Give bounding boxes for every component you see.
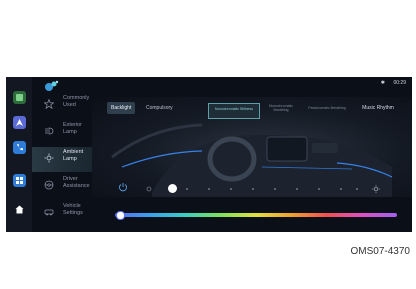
brightness-slider[interactable] [146,184,382,193]
menu-item-label: Commonly Used [63,95,90,108]
brightness-high-icon [372,185,380,193]
navigation-icon[interactable] [13,116,26,129]
mode-monochromatic-breathing[interactable]: Monochromatic Breathing [264,103,298,115]
slider-tick [186,188,188,190]
figure-code: OMS07-4370 [350,246,410,257]
tab-backlight[interactable]: Backlight [107,102,136,114]
menu-item-ambient-lamp[interactable]: Ambient Lamp [32,147,92,171]
phone-icon[interactable] [13,141,26,154]
brightness-low-icon [146,186,152,192]
slider-tick [340,188,342,190]
menu-item-driver-assistance[interactable]: Driver Assistance [32,174,92,198]
power-icon[interactable] [118,182,128,192]
home-square-icon[interactable] [13,91,26,104]
mode-music-rhythm[interactable]: Music Rhythm [353,103,403,114]
brightness-knob[interactable] [168,184,177,193]
slider-tick [356,188,358,190]
car-infotainment-screen: ✱ 00:29 Commonly Used Exterior Lamp Ambi… [6,77,412,232]
app-dock [6,77,32,232]
menu-item-label: Vehicle Settings [63,203,83,216]
apps-grid-icon[interactable] [13,174,26,187]
mode-panchromatic-breathing[interactable]: Panchromatic Breathing [304,103,350,117]
color-slider[interactable] [115,213,397,217]
assistant-logo-icon[interactable] [44,80,60,92]
slider-tick [318,188,320,190]
menu-item-label: Ambient Lamp [63,149,84,162]
page: { "status": { "time": "00:29", "bluetoot… [0,0,416,289]
color-knob[interactable] [116,211,125,220]
menu-item-vehicle-settings[interactable]: Vehicle Settings [32,201,92,225]
slider-tick [252,188,254,190]
menu-item-exterior-lamp[interactable]: Exterior Lamp [32,120,92,144]
driver-assistance-icon [44,180,54,190]
mode-monochromatic-stillness[interactable]: Monochromatic Stillness [208,103,260,119]
slider-tick [274,188,276,190]
vehicle-settings-icon [44,209,54,216]
star-icon [44,99,54,109]
tab-compulsory[interactable]: Compulsory [146,102,173,114]
house-icon[interactable] [13,203,26,216]
slider-tick [296,188,298,190]
menu-item-label: Exterior Lamp [63,122,82,135]
menu-item-label: Driver Assistance [63,176,90,189]
bluetooth-icon: ✱ [380,80,385,86]
slider-tick [208,188,210,190]
clock: 00:29 [393,80,406,86]
ambient-lamp-icon [44,153,54,163]
menu-item-commonly-used[interactable]: Commonly Used [32,93,92,117]
slider-tick [230,188,232,190]
exterior-lamp-icon [45,127,54,135]
